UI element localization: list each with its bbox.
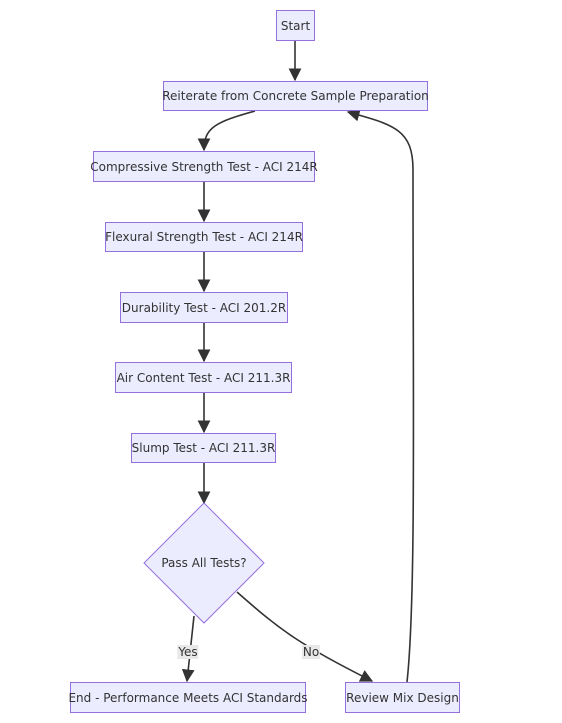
decision-label: Pass All Tests? xyxy=(161,556,247,570)
node-compressive-label: Compressive Strength Test - ACI 214R xyxy=(90,159,318,174)
node-slump-label: Slump Test - ACI 211.3R xyxy=(131,441,276,455)
node-durability-label: Durability Test - ACI 201.2R xyxy=(121,300,287,315)
edge-review-to-reiterate xyxy=(346,108,415,683)
node-flexural-strength-test: Flexural Strength Test - ACI 214R xyxy=(105,222,303,252)
node-air-content-label: Air Content Test - ACI 211.3R xyxy=(116,370,291,385)
node-review-mix-design: Review Mix Design xyxy=(345,682,460,713)
node-end: End - Performance Meets ACI Standards xyxy=(68,682,308,713)
node-compressive-strength-test: Compressive Strength Test - ACI 214R xyxy=(90,151,318,182)
edge-label-yes: Yes xyxy=(177,645,199,659)
edge-label-no: No xyxy=(301,645,321,659)
edge-decision-to-review xyxy=(236,591,374,682)
node-durability-test: Durability Test - ACI 201.2R xyxy=(120,292,288,323)
node-start-label: Start xyxy=(280,18,311,33)
node-slump-test: Slump Test - ACI 211.3R xyxy=(131,433,276,463)
node-reiterate: Reiterate from Concrete Sample Preparati… xyxy=(162,81,429,111)
node-end-label: End - Performance Meets ACI Standards xyxy=(68,690,308,705)
node-review-label: Review Mix Design xyxy=(346,690,459,705)
node-reiterate-label: Reiterate from Concrete Sample Preparati… xyxy=(162,89,429,103)
edge-reiterate-to-compressive xyxy=(197,110,256,152)
node-start: Start xyxy=(276,10,315,41)
node-flexural-label: Flexural Strength Test - ACI 214R xyxy=(105,230,303,244)
node-air-content-test: Air Content Test - ACI 211.3R xyxy=(115,362,292,393)
